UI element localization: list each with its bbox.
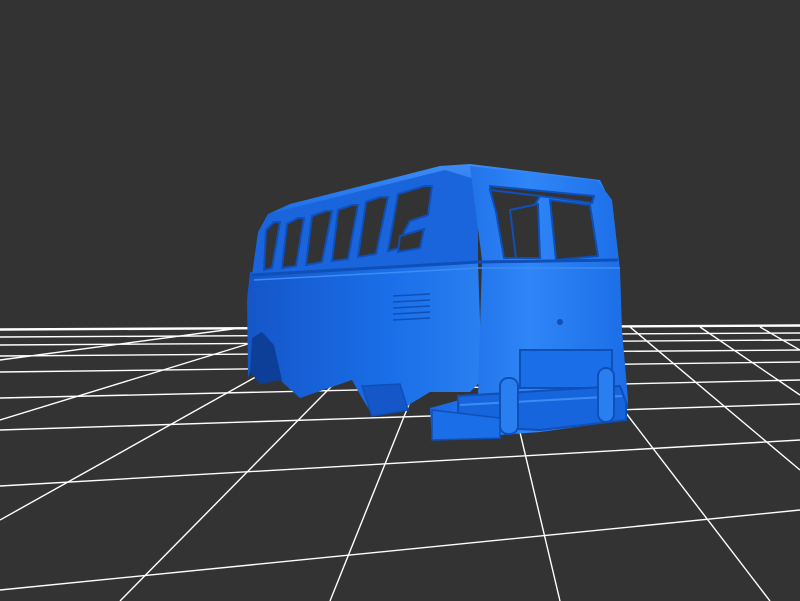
rear-window-center: [508, 202, 542, 259]
rear-handle: [557, 319, 563, 325]
scene-canvas[interactable]: [0, 0, 800, 601]
3d-viewport[interactable]: [0, 0, 800, 601]
rear-window-right: [548, 198, 600, 262]
bumper-overrider-right: [597, 367, 615, 423]
bumper-overrider-left: [499, 377, 519, 435]
